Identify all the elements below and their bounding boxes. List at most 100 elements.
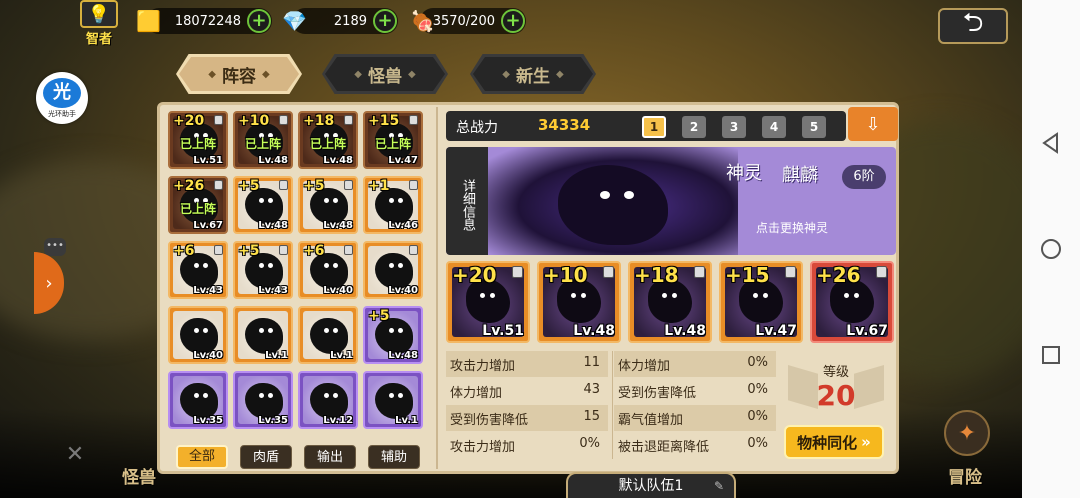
stat-name: 体力增加 — [618, 359, 671, 374]
lock-icon — [344, 115, 353, 125]
monster-card[interactable]: Lv.35 — [233, 371, 293, 429]
team-member-card[interactable]: +26 Lv.67 — [810, 261, 894, 343]
home-circle-icon[interactable] — [1038, 236, 1064, 262]
stat-name: 被击退距离降低 — [618, 440, 710, 455]
team-member-card[interactable]: +18 Lv.48 — [628, 261, 712, 343]
back-button[interactable]: ⮌ — [938, 8, 1008, 44]
tab-monsters[interactable]: ◆ 怪兽 ◆ — [322, 54, 448, 94]
details-tab[interactable]: 详细信息 — [446, 147, 488, 255]
team-slot-2[interactable]: 2 — [682, 116, 706, 138]
monster-card[interactable]: +5 Lv.43 — [233, 241, 293, 299]
add-gold-button[interactable]: + — [247, 9, 271, 33]
deity-banner[interactable]: 详细信息 神灵 麒麟 6阶 点击更换神灵 — [446, 147, 896, 255]
monster-card[interactable]: +20 已上阵 Lv.51 — [168, 111, 228, 169]
team-slot-4[interactable]: 4 — [762, 116, 786, 138]
stat-row: 被击退距离降低 0% — [614, 432, 776, 458]
team-member-plus: +20 — [452, 263, 497, 287]
lock-icon — [214, 245, 223, 255]
tab-rebirth[interactable]: ◆ 新生 ◆ — [470, 54, 596, 94]
filter-tank[interactable]: 肉盾 — [240, 445, 292, 469]
lineup-panel: +20 已上阵 Lv.51 +10 已上阵 Lv.48 +18 已上阵 Lv.48 +15 已上阵 L… — [157, 102, 899, 474]
monster-level: Lv.35 — [258, 415, 288, 426]
compass-icon[interactable]: ✦ — [944, 410, 990, 456]
monster-card[interactable]: +18 已上阵 Lv.48 — [298, 111, 358, 169]
lock-icon — [603, 266, 614, 278]
monster-level: Lv.47 — [388, 155, 418, 166]
monster-card[interactable]: +1 Lv.46 — [363, 176, 423, 234]
monster-card[interactable]: Lv.1 — [363, 371, 423, 429]
monster-card[interactable]: Lv.35 — [168, 371, 228, 429]
monster-card[interactable]: +5 Lv.48 — [233, 176, 293, 234]
team-member-card[interactable]: +10 Lv.48 — [537, 261, 621, 343]
monster-card[interactable]: +6 Lv.43 — [168, 241, 228, 299]
monster-level: Lv.12 — [323, 415, 353, 426]
gem-icon: 💎 — [282, 9, 307, 33]
helper-app-button[interactable]: 光 光环助手 — [36, 72, 88, 124]
player-avatar[interactable]: 💡 智者 — [78, 0, 120, 47]
cards-swap-icon: ⇩ — [865, 113, 881, 135]
monster-card[interactable]: +6 Lv.40 — [298, 241, 358, 299]
monster-card[interactable]: +5 Lv.48 — [298, 176, 358, 234]
team-member-plus: +26 — [816, 263, 861, 287]
gold-icon: 🟨 — [136, 9, 161, 33]
crossed-swords-icon[interactable]: ✕ — [60, 442, 90, 472]
monster-card[interactable]: +10 已上阵 Lv.48 — [233, 111, 293, 169]
monster-silhouette-icon — [310, 318, 348, 354]
lock-icon — [785, 266, 796, 278]
team-member-card[interactable]: +20 Lv.51 — [446, 261, 530, 343]
monster-card[interactable]: +15 已上阵 Lv.47 — [363, 111, 423, 169]
bottom-nav-monsters[interactable]: 怪兽 — [122, 463, 156, 488]
stat-row: 攻击力增加 11 — [446, 351, 608, 377]
recents-square-icon[interactable] — [1038, 342, 1064, 368]
panel-divider — [436, 107, 438, 469]
stat-value: 0% — [579, 436, 600, 451]
lock-icon — [409, 180, 418, 190]
filter-support[interactable]: 辅助 — [368, 445, 420, 469]
team-slot-1[interactable]: 1 — [642, 116, 666, 138]
lock-icon — [876, 266, 887, 278]
team-member-card[interactable]: +15 Lv.47 — [719, 261, 803, 343]
tab-ornament-icon: ◆ — [556, 68, 564, 80]
tab-ornament-icon: ◆ — [262, 68, 270, 80]
monster-card[interactable]: +26 已上阵 Lv.67 — [168, 176, 228, 234]
monster-card[interactable]: Lv.12 — [298, 371, 358, 429]
bottom-nav-adventure[interactable]: 冒险 — [948, 463, 982, 488]
pencil-icon[interactable]: ✎ — [714, 474, 724, 498]
species-sync-button[interactable]: 物种同化 » — [784, 425, 884, 459]
tab-ornament-icon: ◆ — [354, 68, 362, 80]
back-triangle-icon[interactable] — [1038, 130, 1064, 156]
filter-damage[interactable]: 输出 — [304, 445, 356, 469]
add-stamina-button[interactable]: + — [501, 9, 525, 33]
team-member-level: Lv.67 — [846, 323, 888, 339]
monster-level: Lv.48 — [388, 350, 418, 361]
team-member-level: Lv.48 — [664, 323, 706, 339]
monster-card[interactable]: Lv.40 — [168, 306, 228, 364]
team-member-level: Lv.48 — [573, 323, 615, 339]
gold-value: 18072248 — [174, 13, 241, 29]
tab-lineup[interactable]: ◆ 阵容 ◆ — [176, 54, 302, 94]
stat-value: 0% — [747, 436, 768, 451]
android-nav-bar — [1022, 0, 1080, 498]
team-swap-button[interactable]: ⇩ — [848, 107, 898, 141]
monster-card[interactable]: Lv.1 — [233, 306, 293, 364]
lightbulb-icon: 💡 — [80, 0, 118, 28]
team-slot-3[interactable]: 3 — [722, 116, 746, 138]
stat-name: 受到伤害降低 — [618, 386, 697, 401]
lock-icon — [279, 115, 288, 125]
monster-card[interactable]: +5 Lv.48 — [363, 306, 423, 364]
chat-icon[interactable]: ••• — [44, 238, 66, 256]
monster-card[interactable]: Lv.40 — [363, 241, 423, 299]
monster-plus: +10 — [238, 113, 270, 129]
team-name-tab[interactable]: 默认队伍1 ✎ — [566, 472, 736, 498]
monster-level: Lv.43 — [193, 285, 223, 296]
deity-rank-badge: 6阶 — [842, 165, 886, 189]
lock-icon — [279, 245, 288, 255]
monster-card[interactable]: Lv.1 — [298, 306, 358, 364]
team-name-label: 默认队伍1 — [618, 478, 684, 494]
add-gem-button[interactable]: + — [373, 9, 397, 33]
filter-all[interactable]: 全部 — [176, 445, 228, 469]
stat-value: 15 — [583, 409, 600, 424]
level-value: 20 — [816, 379, 856, 412]
deployed-label: 已上阵 — [244, 137, 281, 151]
team-slot-5[interactable]: 5 — [802, 116, 826, 138]
